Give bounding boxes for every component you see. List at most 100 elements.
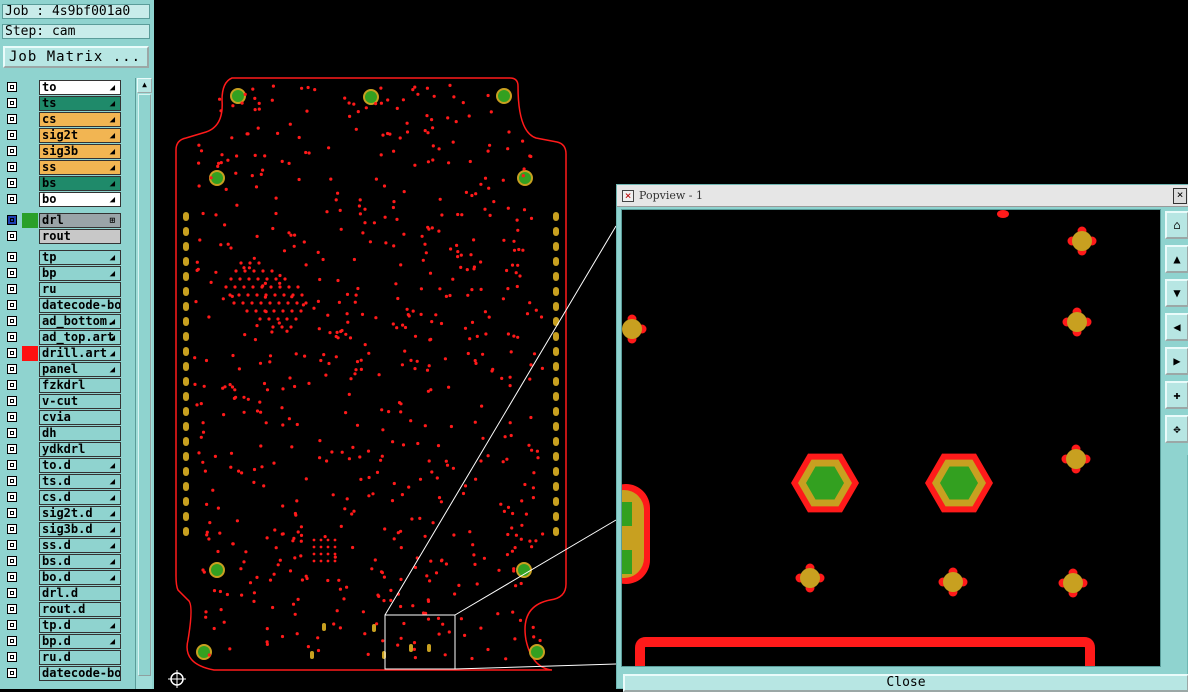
layer-name[interactable]: ad_bottom. ◢ [39,314,121,329]
layer-row-bp.d[interactable]: bp.d ◢ [4,634,124,650]
layer-row-tp.d[interactable]: tp.d ◢ [4,618,124,634]
layer-row-v-cut[interactable]: v-cut [4,394,124,410]
layer-row-bo.d[interactable]: bo.d ◢ [4,570,124,586]
layer-checkbox[interactable] [7,364,17,374]
layer-checkbox[interactable] [7,572,17,582]
layer-name[interactable]: ru [39,282,121,297]
close-button[interactable]: Close [623,674,1188,692]
layer-row-ts[interactable]: ts ◢ [4,96,124,112]
layer-name[interactable]: rout.d [39,602,121,617]
layer-row-bs.d[interactable]: bs.d ◢ [4,554,124,570]
layer-name[interactable]: bo.d ◢ [39,570,121,585]
layer-name[interactable]: ts.d ◢ [39,474,121,489]
layer-row-to[interactable]: to ◢ [4,80,124,96]
layer-row-drl.d[interactable]: drl.d [4,586,124,602]
layer-checkbox[interactable] [7,332,17,342]
layer-row-ru[interactable]: ru [4,282,124,298]
layer-row-sig2t[interactable]: sig2t ◢ [4,128,124,144]
layer-row-sig3b[interactable]: sig3b ◢ [4,144,124,160]
layer-name[interactable]: tp ◢ [39,250,121,265]
layer-row-bp[interactable]: bp ◢ [4,266,124,282]
layer-name[interactable]: tp.d ◢ [39,618,121,633]
layer-checkbox[interactable] [7,215,17,225]
layer-checkbox[interactable] [7,604,17,614]
layer-row-ad_top.art[interactable]: ad_top.art ◢ [4,330,124,346]
layer-row-to.d[interactable]: to.d ◢ [4,458,124,474]
layer-row-cs.d[interactable]: cs.d ◢ [4,490,124,506]
layer-checkbox[interactable] [7,231,17,241]
layer-name[interactable]: panel ◢ [39,362,121,377]
layer-row-dh[interactable]: dh [4,426,124,442]
layer-checkbox[interactable] [7,652,17,662]
layer-checkbox[interactable] [7,444,17,454]
layer-row-ru.d[interactable]: ru.d [4,650,124,666]
layer-row-datecode-bo[interactable]: datecode-bo [4,666,124,682]
layer-checkbox[interactable] [7,668,17,678]
layer-checkbox[interactable] [7,460,17,470]
layer-name[interactable]: sig2t.d ◢ [39,506,121,521]
layer-name[interactable]: bs ◢ [39,176,121,191]
layer-name[interactable]: datecode-bo [39,666,121,681]
layer-row-rout[interactable]: rout [4,229,124,245]
layer-name[interactable]: cs.d ◢ [39,490,121,505]
layer-checkbox[interactable] [7,98,17,108]
layer-checkbox[interactable] [7,284,17,294]
layer-row-panel[interactable]: panel ◢ [4,362,124,378]
layer-checkbox[interactable] [7,492,17,502]
layer-checkbox[interactable] [7,412,17,422]
layer-name[interactable]: to ◢ [39,80,121,95]
layer-checkbox[interactable] [7,300,17,310]
layer-name[interactable]: drill.art ◢ [39,346,121,361]
layer-checkbox[interactable] [7,620,17,630]
pan-right-icon[interactable]: ▶ [1165,347,1188,375]
zoom-in-icon[interactable]: ✚ [1165,381,1188,409]
layer-checkbox[interactable] [7,636,17,646]
layer-checkbox[interactable] [7,114,17,124]
layer-name[interactable]: bp.d ◢ [39,634,121,649]
layer-name[interactable]: cvia [39,410,121,425]
layer-name[interactable]: drl ⊞ [39,213,121,228]
layer-checkbox[interactable] [7,396,17,406]
layer-checkbox[interactable] [7,194,17,204]
layer-checkbox[interactable] [7,162,17,172]
layer-name[interactable]: drl.d [39,586,121,601]
layer-name[interactable]: ydkdrl [39,442,121,457]
layer-row-cvia[interactable]: cvia [4,410,124,426]
layer-checkbox[interactable] [7,268,17,278]
layer-name[interactable]: rout [39,229,121,244]
layer-row-ad_bottom.[interactable]: ad_bottom. ◢ [4,314,124,330]
layer-name[interactable]: bs.d ◢ [39,554,121,569]
popview-canvas[interactable] [621,209,1161,667]
layer-name[interactable]: dh [39,426,121,441]
layer-checkbox[interactable] [7,524,17,534]
layer-name[interactable]: ss.d ◢ [39,538,121,553]
layer-checkbox[interactable] [7,588,17,598]
layer-row-ss.d[interactable]: ss.d ◢ [4,538,124,554]
layer-name[interactable]: to.d ◢ [39,458,121,473]
layer-name[interactable]: ts ◢ [39,96,121,111]
layer-checkbox[interactable] [7,252,17,262]
layer-checkbox[interactable] [7,476,17,486]
job-matrix-button[interactable]: Job Matrix ... [3,46,149,68]
layer-row-fzkdrl[interactable]: fzkdrl [4,378,124,394]
scroll-up-icon[interactable]: ▲ [137,78,152,93]
layer-name[interactable]: cs ◢ [39,112,121,127]
layer-row-datecode-bo[interactable]: datecode-bo [4,298,124,314]
layer-checkbox[interactable] [7,130,17,140]
pan-down-icon[interactable]: ▼ [1165,279,1188,307]
layer-checkbox[interactable] [7,178,17,188]
layer-name[interactable]: sig3b ◢ [39,144,121,159]
layer-row-bo[interactable]: bo ◢ [4,192,124,208]
layer-checkbox[interactable] [7,82,17,92]
layer-checkbox[interactable] [7,348,17,358]
layer-checkbox[interactable] [7,380,17,390]
layer-name[interactable]: sig2t ◢ [39,128,121,143]
layer-row-sig2t.d[interactable]: sig2t.d ◢ [4,506,124,522]
layer-name[interactable]: ad_top.art ◢ [39,330,121,345]
layer-checkbox[interactable] [7,540,17,550]
layer-name[interactable]: sig3b.d ◢ [39,522,121,537]
layer-row-bs[interactable]: bs ◢ [4,176,124,192]
layer-name[interactable]: bo ◢ [39,192,121,207]
layer-row-drill.art[interactable]: drill.art ◢ [4,346,124,362]
layer-name[interactable]: ru.d [39,650,121,665]
